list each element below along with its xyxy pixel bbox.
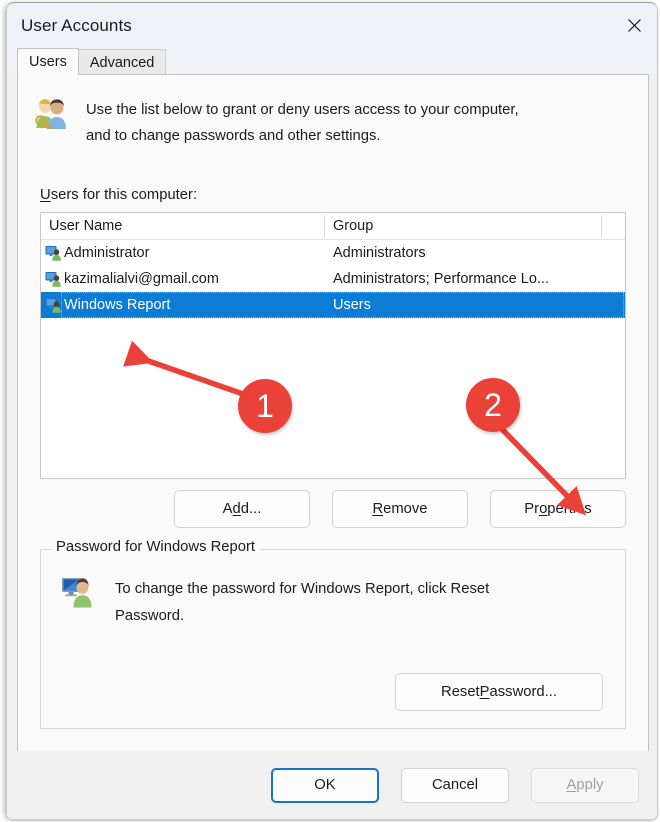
intro-line-1: Use the list below to grant or deny user… [86, 97, 519, 123]
dialog-footer: OK Cancel Apply [7, 751, 657, 819]
user-account-icon [45, 271, 62, 287]
window-title: User Accounts [21, 16, 132, 36]
column-header-group-label: Group [333, 218, 373, 234]
selected-user-row[interactable]: Windows Report Users [41, 292, 625, 318]
users-list[interactable]: User Name Group [40, 212, 626, 479]
password-text-line-2: Password. [115, 603, 489, 630]
screenshot-root: User Accounts Users Advanced [0, 0, 660, 822]
column-header-spacer[interactable] [602, 213, 625, 239]
password-group-legend: Password for Windows Report [51, 539, 260, 555]
tab-users-label: Users [29, 54, 67, 70]
tab-advanced[interactable]: Advanced [78, 49, 167, 75]
add-button[interactable]: Add... [174, 490, 310, 528]
column-header-user-name-label: User Name [49, 218, 122, 234]
close-icon[interactable] [611, 3, 657, 48]
users-list-label-accel: U [40, 187, 51, 203]
tab-users[interactable]: Users [17, 48, 79, 75]
properties-button-accel: o [539, 501, 547, 517]
ok-button[interactable]: OK [271, 768, 379, 803]
reset-password-accel: P [480, 684, 490, 700]
table-row[interactable]: kazimalialvi@gmail.com Administrators; P… [41, 266, 625, 292]
tab-strip: Users Advanced [7, 48, 657, 75]
properties-button-post: perties [547, 501, 591, 517]
user-name-label: Administrator [64, 245, 149, 261]
remove-button-accel: R [372, 501, 383, 517]
tab-advanced-label: Advanced [90, 55, 155, 71]
users-tab-page: Use the list below to grant or deny user… [17, 74, 649, 755]
password-group-box: Password for Windows Report To change th… [40, 549, 626, 729]
add-button-accel: d [233, 501, 241, 517]
list-action-buttons: Add... Remove Properties [40, 490, 626, 528]
reset-password-pre: Reset [441, 684, 480, 700]
apply-button-post: pply [576, 777, 603, 793]
reset-password-post: assword... [490, 684, 557, 700]
user-account-icon [45, 297, 62, 313]
add-button-post: d... [241, 501, 262, 517]
password-group-body: To change the password for Windows Repor… [61, 576, 489, 630]
user-name-label: kazimalialvi@gmail.com [64, 271, 219, 287]
cancel-button[interactable]: Cancel [401, 768, 509, 803]
password-group-text: To change the password for Windows Repor… [115, 576, 489, 630]
password-text-line-1: To change the password for Windows Repor… [115, 576, 489, 603]
column-header-group[interactable]: Group [325, 213, 602, 239]
users-list-label: Users for this computer: [40, 187, 197, 203]
intro-text: Use the list below to grant or deny user… [86, 97, 519, 149]
user-accounts-dialog: User Accounts Users Advanced [6, 2, 658, 820]
reset-password-row: Reset Password... [395, 673, 603, 711]
user-name-label: Windows Report [64, 297, 170, 313]
apply-button[interactable]: Apply [531, 768, 639, 803]
user-name-cell: Administrator [41, 245, 325, 261]
apply-button-accel: A [566, 777, 576, 793]
users-list-header: User Name Group [41, 213, 625, 240]
user-group-cell: Administrators [325, 245, 602, 261]
properties-button[interactable]: Properties [490, 490, 626, 528]
user-group-cell: Administrators; Performance Lo... [325, 271, 602, 287]
users-list-label-rest: sers for this computer: [51, 187, 197, 203]
intro-line-2: and to change passwords and other settin… [86, 123, 519, 149]
properties-button-pre: Pr [524, 501, 539, 517]
title-bar: User Accounts [7, 3, 657, 48]
ok-button-label: OK [314, 777, 335, 793]
user-group-cell: Users [325, 297, 602, 313]
remove-button-post: emove [383, 501, 427, 517]
user-name-cell: Windows Report [41, 297, 325, 313]
user-name-cell: kazimalialvi@gmail.com [41, 271, 325, 287]
users-with-key-icon [32, 97, 68, 131]
intro-block: Use the list below to grant or deny user… [32, 97, 519, 149]
table-row[interactable]: Administrator Administrators [41, 240, 625, 266]
add-button-pre: A [223, 501, 233, 517]
reset-password-button[interactable]: Reset Password... [395, 673, 603, 711]
remove-button[interactable]: Remove [332, 490, 468, 528]
user-account-icon [45, 245, 62, 261]
column-header-user-name[interactable]: User Name [41, 213, 325, 239]
monitor-user-icon [61, 576, 95, 608]
cancel-button-label: Cancel [432, 777, 478, 793]
